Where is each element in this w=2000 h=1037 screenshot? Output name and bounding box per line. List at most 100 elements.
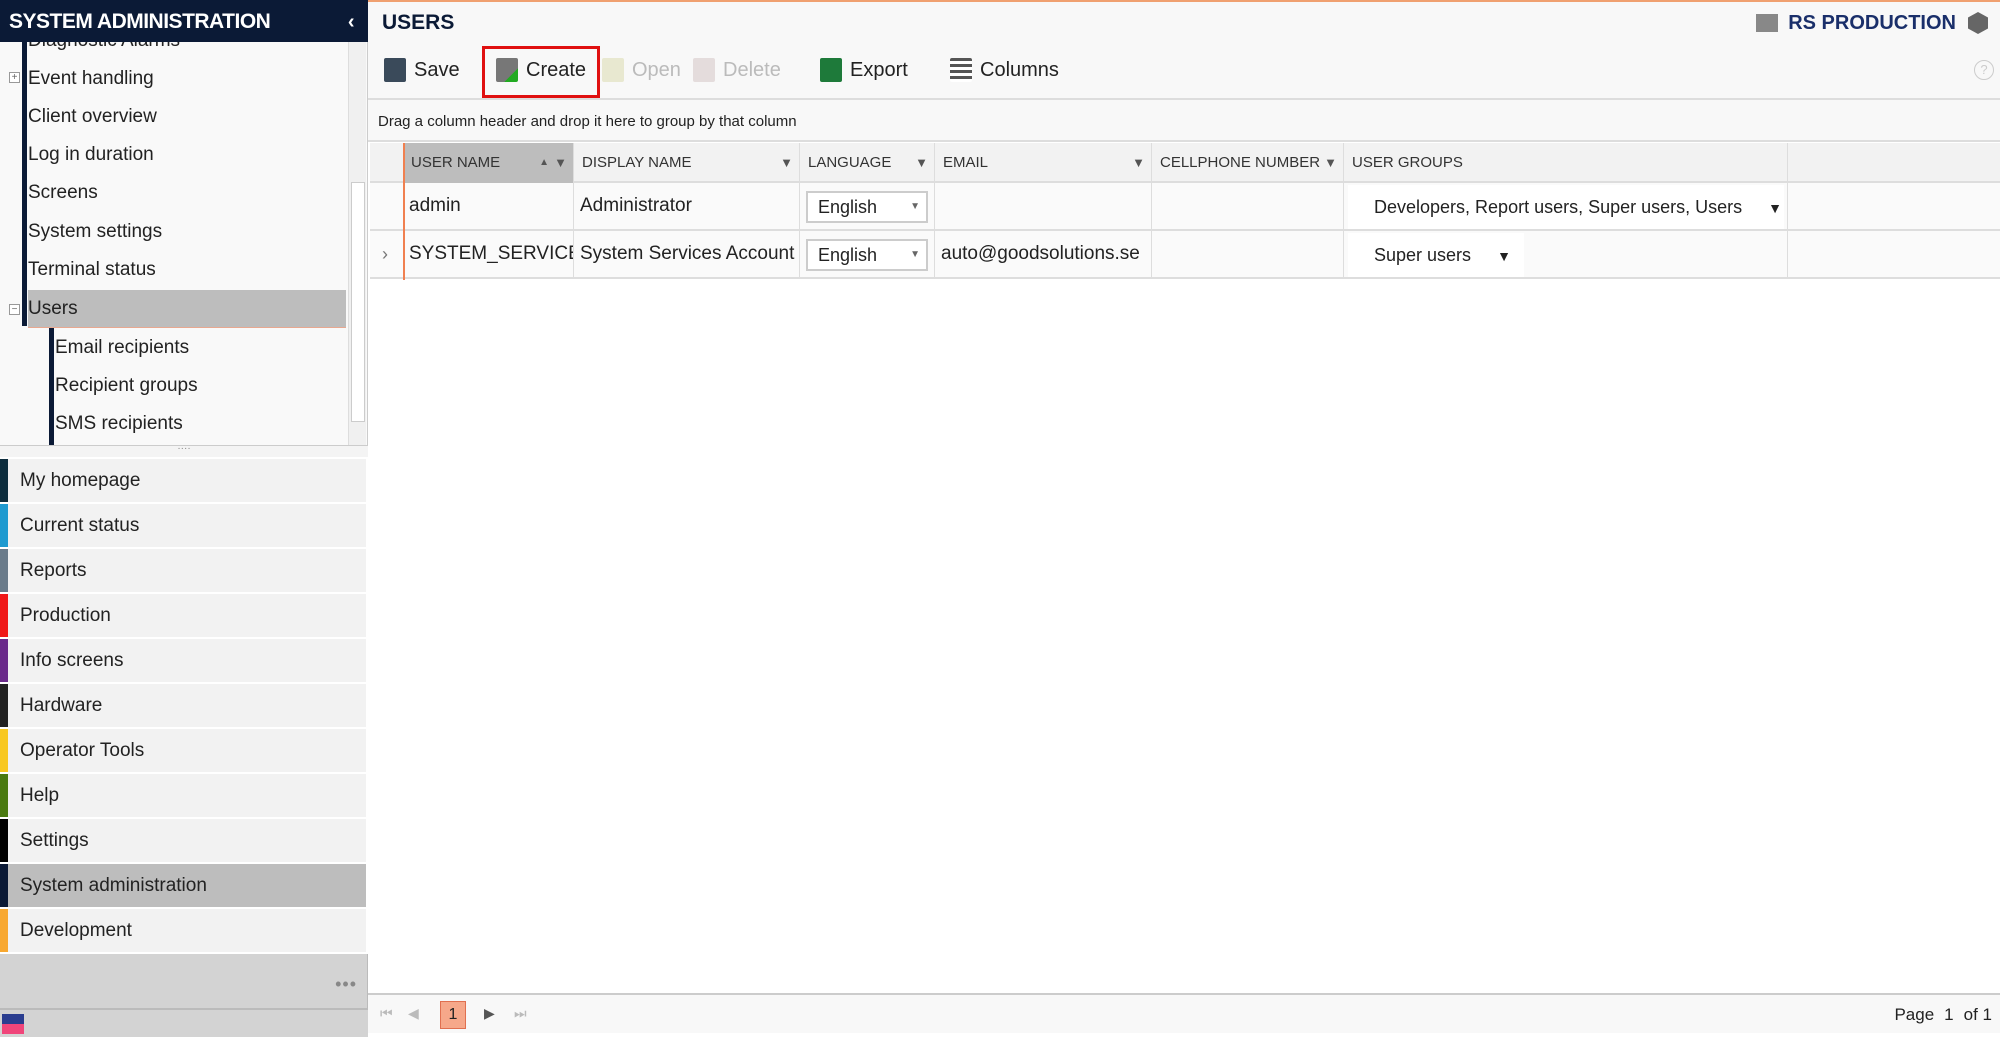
nav-color-bar bbox=[0, 639, 8, 682]
page-label: Page bbox=[1894, 1005, 1935, 1024]
page-info: Page 1 of 1 bbox=[1884, 995, 1992, 1035]
more-icon[interactable]: ••• bbox=[335, 974, 357, 995]
cell-user-name[interactable]: admin bbox=[403, 183, 574, 229]
nav-item-operator-tools[interactable]: Operator Tools bbox=[0, 729, 366, 773]
delete-button[interactable]: Delete bbox=[693, 48, 781, 92]
nav-item-my-homepage[interactable]: My homepage bbox=[0, 459, 366, 503]
page-button-current[interactable]: 1 bbox=[440, 1001, 466, 1029]
cell-cellphone[interactable] bbox=[1152, 231, 1344, 277]
filter-icon[interactable]: ▼ bbox=[1132, 143, 1145, 183]
expand-icon[interactable]: + bbox=[9, 72, 20, 83]
tree-item-terminal-status[interactable]: Terminal status bbox=[28, 251, 346, 289]
filter-icon[interactable]: ▼ bbox=[1324, 143, 1337, 183]
nav-color-bar bbox=[0, 594, 8, 637]
cell-language: English ▼ bbox=[800, 183, 935, 229]
tree-item-system-settings[interactable]: System settings bbox=[28, 213, 346, 251]
nav-item-reports[interactable]: Reports bbox=[0, 549, 366, 593]
nav-color-bar bbox=[0, 729, 8, 772]
tree-scrollbar[interactable] bbox=[348, 42, 366, 445]
column-header-cellphone[interactable]: CELLPHONE NUMBER ▼ bbox=[1152, 143, 1344, 183]
user-groups-value: Super users bbox=[1374, 245, 1472, 265]
first-page-icon[interactable]: ⏮ bbox=[380, 1005, 393, 1022]
column-header-display-name[interactable]: DISPLAY NAME ▼ bbox=[574, 143, 800, 183]
columns-icon bbox=[950, 58, 972, 82]
filter-icon[interactable]: ▼ bbox=[915, 143, 928, 183]
panel-splitter[interactable]: ···· bbox=[0, 444, 368, 457]
sidebar-title-text: SYSTEM ADMINISTRATION bbox=[9, 10, 271, 33]
column-label: USER GROUPS bbox=[1352, 154, 1463, 171]
nav-item-label: Help bbox=[20, 785, 60, 806]
cell-user-name[interactable]: SYSTEM_SERVICES bbox=[403, 231, 574, 277]
admin-tree: Diagnostic Alarms + Event handling Clien… bbox=[0, 42, 368, 445]
collapse-sidebar-icon[interactable]: ‹ bbox=[348, 0, 355, 44]
nav-color-bar bbox=[0, 819, 8, 862]
filter-icon[interactable]: ▼ bbox=[554, 143, 567, 183]
tree-item-email-recipients[interactable]: Email recipients bbox=[55, 329, 346, 367]
open-icon bbox=[602, 58, 624, 82]
column-header-email[interactable]: EMAIL ▼ bbox=[935, 143, 1152, 183]
help-icon[interactable]: ? bbox=[1974, 60, 1994, 80]
cell-language: English ▼ bbox=[800, 231, 935, 277]
nav-item-help[interactable]: Help bbox=[0, 774, 366, 818]
cell-display-name[interactable]: System Services Account bbox=[574, 231, 800, 277]
last-page-icon[interactable]: ⏭ bbox=[514, 1005, 527, 1022]
column-header-user-name[interactable]: USER NAME ▲ ▼ bbox=[403, 143, 574, 183]
page-title: USERS bbox=[382, 11, 455, 34]
nav-item-system-administration[interactable]: System administration bbox=[0, 864, 366, 908]
chat-icon[interactable] bbox=[1756, 14, 1778, 32]
nav-item-label: Production bbox=[20, 605, 111, 626]
open-button[interactable]: Open bbox=[602, 48, 681, 92]
tree-item-recipient-groups[interactable]: Recipient groups bbox=[55, 367, 346, 405]
columns-button[interactable]: Columns bbox=[950, 48, 1059, 92]
table-row[interactable]: › SYSTEM_SERVICES System Services Accoun… bbox=[370, 231, 2000, 279]
cube-icon[interactable] bbox=[1968, 12, 1988, 34]
tree-item-event-handling[interactable]: Event handling bbox=[28, 60, 346, 98]
cell-cellphone[interactable] bbox=[1152, 183, 1344, 229]
nav-color-bar bbox=[0, 864, 8, 907]
column-header-language[interactable]: LANGUAGE ▼ bbox=[800, 143, 935, 183]
cell-email[interactable]: auto@goodsolutions.se bbox=[935, 231, 1152, 277]
nav-item-hardware[interactable]: Hardware bbox=[0, 684, 366, 728]
tree-item-log-in-duration[interactable]: Log in duration bbox=[28, 136, 346, 174]
tree-item-sms-recipients[interactable]: SMS recipients bbox=[55, 405, 346, 443]
next-page-icon[interactable]: ▶ bbox=[484, 1005, 495, 1022]
tree-item-users[interactable]: Users bbox=[28, 290, 346, 328]
language-select[interactable]: English ▼ bbox=[806, 191, 928, 223]
user-groups-select[interactable]: Developers, Report users, Super users, U… bbox=[1348, 185, 1784, 229]
nav-item-production[interactable]: Production bbox=[0, 594, 366, 638]
table-row[interactable]: admin Administrator English ▼ Developers,… bbox=[370, 183, 2000, 231]
cell-display-name[interactable]: Administrator bbox=[574, 183, 800, 229]
nav-item-development[interactable]: Development bbox=[0, 909, 366, 953]
prev-page-icon[interactable]: ◀ bbox=[408, 1005, 419, 1022]
user-groups-value: Developers, Report users, Super users, U… bbox=[1374, 197, 1743, 217]
nav-item-label: Settings bbox=[20, 830, 89, 851]
page-number: 1 bbox=[1944, 1005, 1954, 1024]
filter-icon[interactable]: ▼ bbox=[780, 143, 793, 183]
scrollbar-thumb[interactable] bbox=[351, 182, 365, 422]
row-expand-icon[interactable]: › bbox=[370, 231, 403, 277]
cell-email[interactable] bbox=[935, 183, 1152, 229]
nav-item-label: Current status bbox=[20, 515, 140, 536]
language-select[interactable]: English ▼ bbox=[806, 239, 928, 271]
tree-line bbox=[22, 42, 27, 326]
column-header-user-groups[interactable]: USER GROUPS bbox=[1344, 143, 1788, 183]
delete-icon bbox=[693, 58, 715, 82]
tree-item-client-overview[interactable]: Client overview bbox=[28, 98, 346, 136]
column-label: EMAIL bbox=[943, 154, 989, 171]
collapse-icon[interactable]: − bbox=[9, 304, 20, 315]
cell-user-groups: Super users ▼ bbox=[1344, 231, 1788, 277]
nav-item-info-screens[interactable]: Info screens bbox=[0, 639, 366, 683]
column-label: DISPLAY NAME bbox=[582, 154, 692, 171]
nav-item-settings[interactable]: Settings bbox=[0, 819, 366, 863]
user-groups-select[interactable]: Super users ▼ bbox=[1348, 233, 1524, 277]
nav-item-current-status[interactable]: Current status bbox=[0, 504, 366, 548]
save-button[interactable]: Save bbox=[384, 48, 460, 92]
sort-asc-icon[interactable]: ▲ bbox=[539, 143, 549, 183]
tree-item-screens[interactable]: Screens bbox=[28, 174, 346, 212]
nav-color-bar bbox=[0, 549, 8, 592]
group-panel[interactable]: Drag a column header and drop it here to… bbox=[368, 100, 2000, 142]
language-flag-icon[interactable] bbox=[2, 1014, 24, 1034]
nav-item-label: Development bbox=[20, 920, 132, 941]
export-button[interactable]: Export bbox=[820, 48, 908, 92]
tree-item-diagnostic-alarms[interactable]: Diagnostic Alarms bbox=[28, 42, 346, 60]
